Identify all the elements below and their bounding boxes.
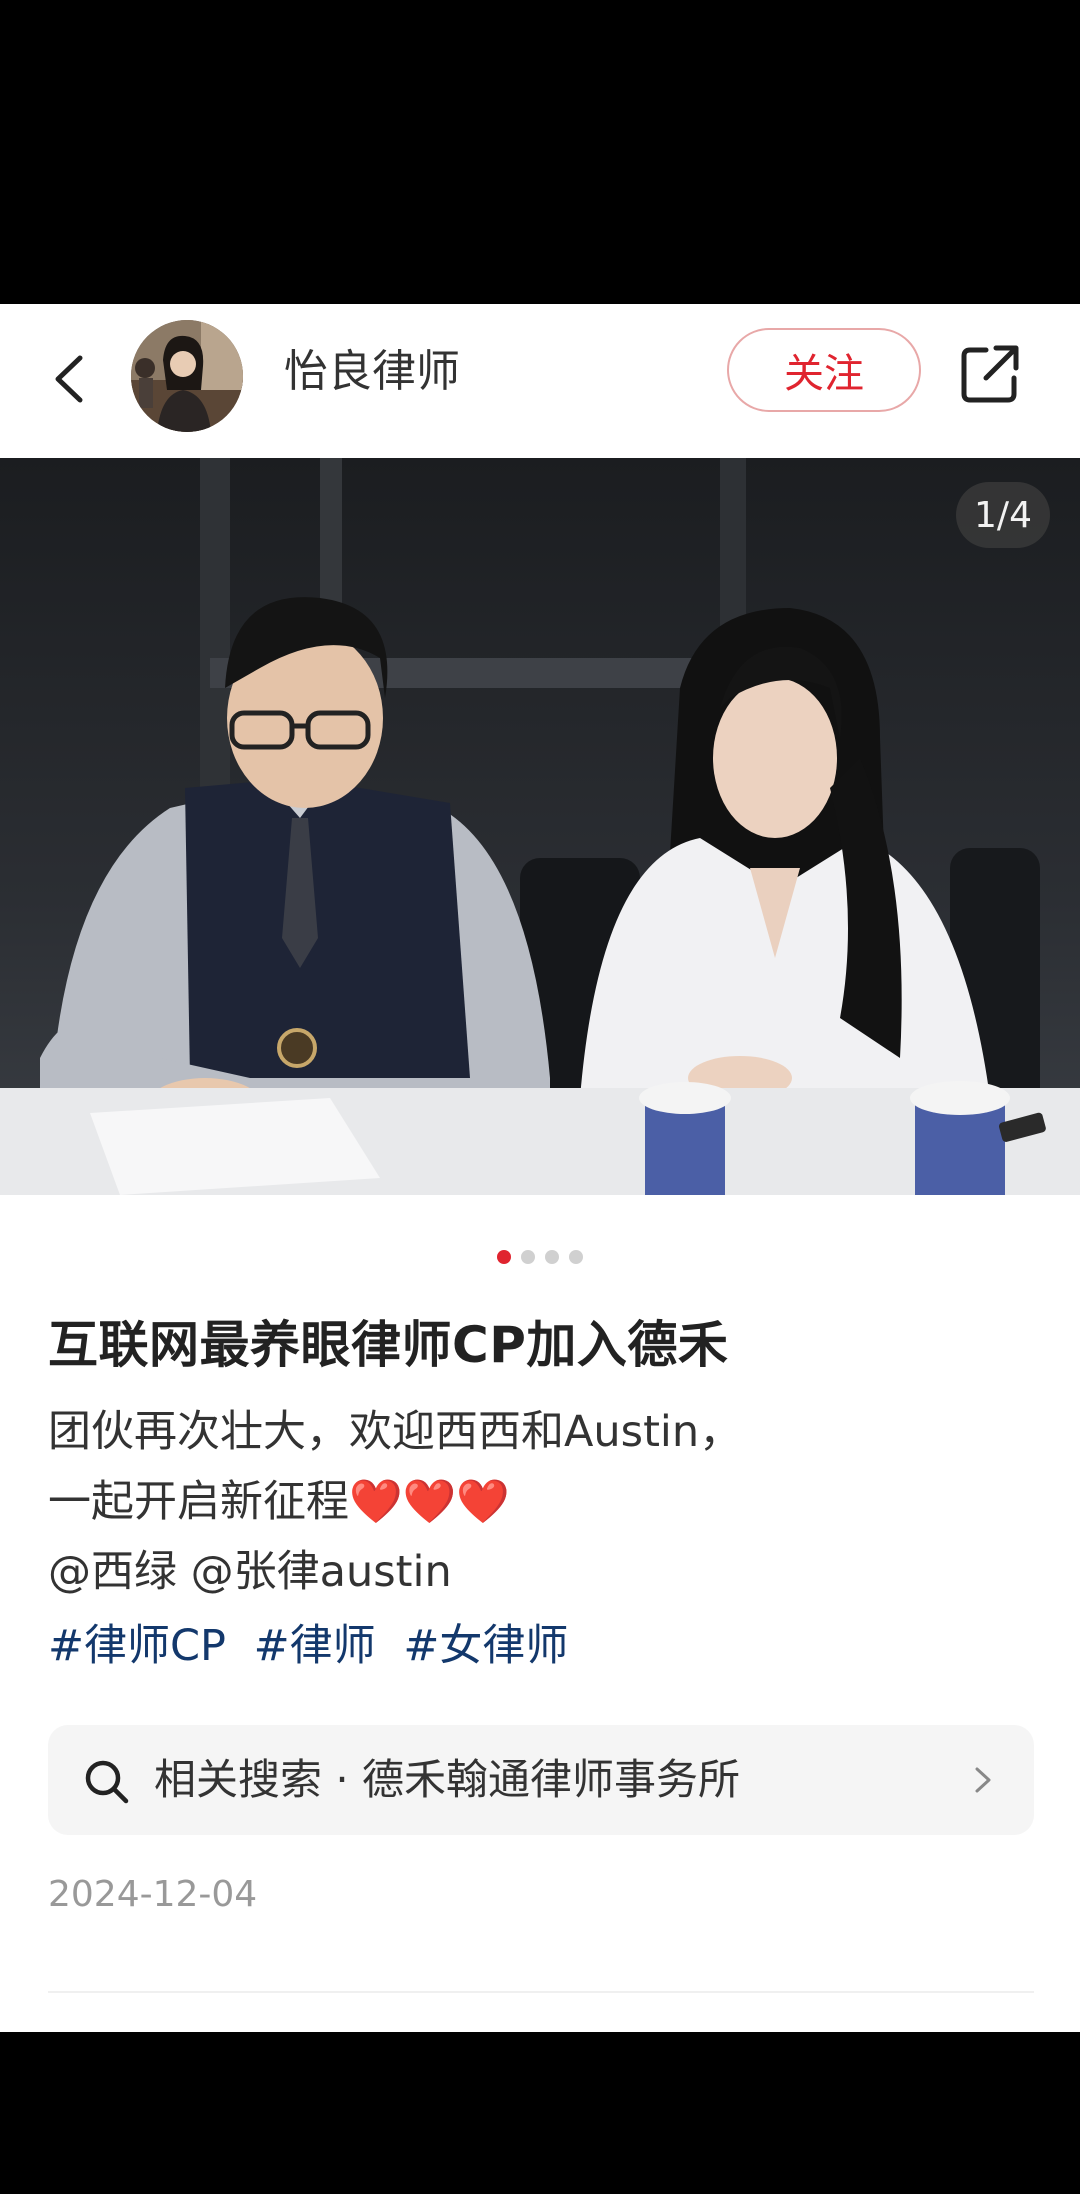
mention-link[interactable]: @张律austin <box>191 1547 452 1597</box>
search-icon <box>85 1760 129 1804</box>
mentions: @西绿 @张律austin <box>48 1537 742 1607</box>
hashtag-link[interactable]: #律师 <box>254 1621 376 1671</box>
chevron-right-icon <box>975 1767 991 1793</box>
post-body: 团伙再次壮大，欢迎西西和Austin， 一起开启新征程❤️❤️❤️ @西绿 @张… <box>48 1397 742 1681</box>
post-body-line-2: 一起开启新征程❤️❤️❤️ <box>48 1477 510 1527</box>
top-black-bar <box>0 0 1080 304</box>
mention-link[interactable]: @西绿 <box>48 1547 177 1597</box>
avatar-image <box>131 320 243 432</box>
share-button[interactable] <box>956 340 1024 408</box>
post-header: 怡良律师 关注 <box>0 304 1080 458</box>
related-search-label: 相关搜索 · 德禾翰通律师事务所 <box>154 1755 741 1804</box>
post-title: 互联网最养眼律师CP加入德禾 <box>48 1316 729 1374</box>
post-body-line-1: 团伙再次壮大，欢迎西西和Austin， <box>48 1407 743 1457</box>
carousel-dot-1[interactable] <box>497 1250 511 1264</box>
carousel-dot-3[interactable] <box>545 1250 559 1264</box>
carousel-dot-2[interactable] <box>521 1250 535 1264</box>
hashtag-link[interactable]: #女律师 <box>403 1621 568 1671</box>
hashtags: #律师CP #律师 #女律师 <box>48 1611 742 1681</box>
author-name[interactable]: 怡良律师 <box>284 340 460 404</box>
post-photo[interactable]: 1/4 <box>0 458 1080 1195</box>
share-icon <box>961 345 1019 403</box>
post-photo-image <box>0 458 1080 1195</box>
carousel-indicator <box>0 1250 1080 1264</box>
carousel-dot-4[interactable] <box>569 1250 583 1264</box>
divider <box>48 1991 1034 1993</box>
post-content: 互联网最养眼律师CP加入德禾 团伙再次壮大，欢迎西西和Austin， 一起开启新… <box>0 1195 1080 2032</box>
chevron-left-icon <box>55 355 83 403</box>
back-button[interactable] <box>38 344 108 414</box>
follow-button[interactable]: 关注 <box>727 328 921 412</box>
hashtag-link[interactable]: #律师CP <box>48 1621 226 1671</box>
related-search-button[interactable]: 相关搜索 · 德禾翰通律师事务所 <box>48 1725 1034 1835</box>
page-counter: 1/4 <box>956 482 1050 548</box>
post-date: 2024-12-04 <box>48 1874 258 1915</box>
bottom-black-bar <box>0 2032 1080 2194</box>
avatar[interactable] <box>131 320 243 432</box>
